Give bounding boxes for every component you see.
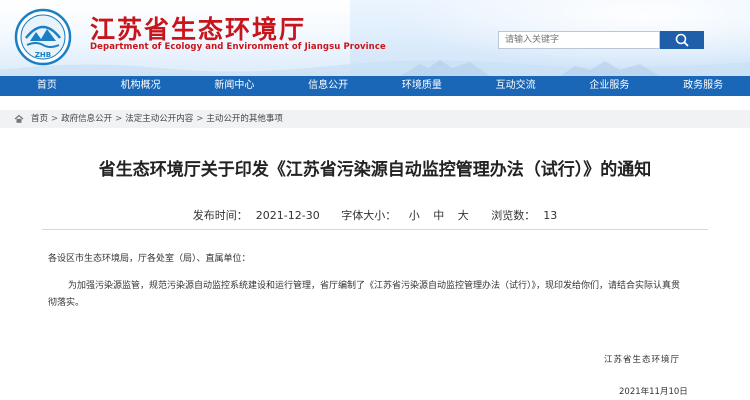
search-icon (675, 33, 689, 47)
signature-date: 2021年11月10日 (619, 387, 688, 397)
breadcrumb-statutory[interactable]: 法定主动公开内容 (125, 110, 193, 128)
views-label: 浏览数： (491, 209, 536, 222)
breadcrumb-gov-info[interactable]: 政府信息公开 (61, 110, 112, 128)
breadcrumb-other-matters[interactable]: 主动公开的其他事项 (206, 110, 283, 128)
nav-item-news[interactable]: 新闻中心 (188, 76, 282, 96)
nav-item-organization[interactable]: 机构概况 (94, 76, 188, 96)
article-title: 省生态环境厅关于印发《江苏省污染源自动监控管理办法（试行）》的通知 (98, 160, 652, 180)
font-large-button[interactable]: 大 (458, 209, 469, 222)
font-size-label: 字体大小： (341, 209, 397, 222)
logo-text: ZHB (35, 51, 51, 59)
article-meta: 发布时间： 2021-12-30 字体大小： 小 中 大 浏览数： 13 (0, 207, 750, 223)
breadcrumb-separator: > (51, 114, 59, 124)
publish-date: 2021-12-30 (255, 209, 320, 222)
nav-item-home[interactable]: 首页 (0, 76, 94, 96)
meta-divider (42, 229, 708, 230)
department-logo: ZHB (14, 8, 72, 66)
search-input[interactable] (498, 31, 660, 49)
publish-label: 发布时间： (192, 209, 248, 222)
search-box (498, 31, 706, 49)
breadcrumb-separator: > (115, 114, 123, 124)
site-header: ZHB 江苏省生态环境厅 Department of Ecology and E… (0, 0, 750, 76)
nav-item-government-service[interactable]: 政务服务 (656, 76, 750, 96)
home-icon (14, 114, 24, 123)
article-body: 为加强污染源监管，规范污染源自动监控系统建设和运行管理，省厅编制了《江苏省污染源… (48, 281, 681, 308)
search-button[interactable] (660, 31, 704, 49)
font-medium-button[interactable]: 中 (433, 209, 444, 222)
article-salutation: 各设区市生态环境局，厅各处室（局）、直属单位： (48, 254, 251, 264)
signature-organization: 江苏省生态环境厅 (604, 355, 681, 365)
site-subtitle: Department of Ecology and Environment of… (90, 42, 386, 52)
nav-item-interaction[interactable]: 互动交流 (469, 76, 563, 96)
breadcrumb: 首页 > 政府信息公开 > 法定主动公开内容 > 主动公开的其他事项 (0, 110, 750, 128)
nav-item-environment-quality[interactable]: 环境质量 (375, 76, 469, 96)
nav-item-enterprise-service[interactable]: 企业服务 (563, 76, 657, 96)
breadcrumb-separator: > (196, 114, 204, 124)
nav-item-info-disclosure[interactable]: 信息公开 (281, 76, 375, 96)
header-landscape-decoration (0, 60, 750, 76)
font-small-button[interactable]: 小 (409, 209, 420, 222)
main-nav: 首页 机构概况 新闻中心 信息公开 环境质量 互动交流 企业服务 政务服务 (0, 76, 750, 96)
breadcrumb-home[interactable]: 首页 (31, 110, 48, 128)
site-title: 江苏省生态环境厅 (90, 15, 307, 44)
views-count: 13 (543, 209, 558, 222)
